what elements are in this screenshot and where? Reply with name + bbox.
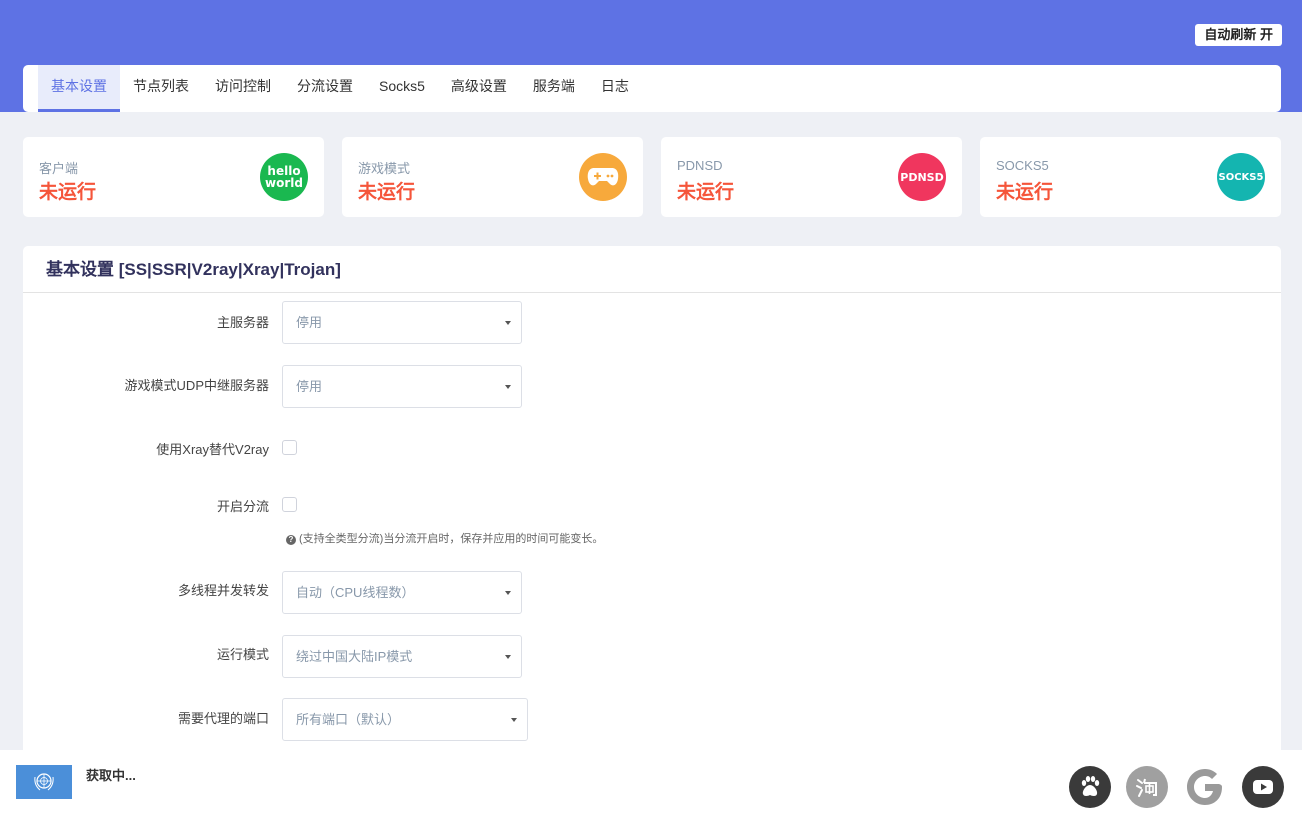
- caret-down-icon: [505, 591, 511, 595]
- footer-bar: 获取中...: [0, 750, 1302, 813]
- pdnsd-icon: PDNSD: [898, 153, 946, 201]
- shunt-checkbox[interactable]: [282, 497, 297, 512]
- gamepad-icon: [579, 153, 627, 201]
- tab-basic-settings[interactable]: 基本设置: [38, 65, 120, 112]
- tab-node-list[interactable]: 节点列表: [120, 65, 202, 112]
- icon-text: world: [265, 176, 303, 190]
- run-mode-label: 运行模式: [216, 647, 269, 662]
- card-status: 未运行: [358, 182, 416, 203]
- status-card-game-mode: 游戏模式 未运行: [342, 137, 643, 217]
- tab-bar: 基本设置 节点列表 访问控制 分流设置 Socks5 高级设置 服务端 日志: [23, 65, 1281, 112]
- caret-down-icon: [505, 655, 511, 659]
- udp-relay-label: 游戏模式UDP中继服务器: [124, 378, 269, 393]
- main-server-label: 主服务器: [216, 315, 269, 330]
- card-status: 未运行: [677, 182, 735, 203]
- run-mode-select[interactable]: 绕过中国大陆IP模式: [282, 635, 522, 678]
- caret-down-icon: [505, 321, 511, 325]
- tab-advanced-settings[interactable]: 高级设置: [438, 65, 520, 112]
- caret-down-icon: [511, 718, 517, 722]
- select-value: 停用: [296, 315, 323, 330]
- card-status: 未运行: [39, 182, 97, 203]
- google-icon[interactable]: [1184, 766, 1226, 808]
- un-flag-icon: [16, 765, 72, 799]
- hint-text: (支持全类型分流)当分流开启时，保存并应用的时间可能变长。: [299, 533, 604, 545]
- select-value: 绕过中国大陆IP模式: [296, 649, 413, 664]
- card-label: 客户端: [39, 161, 79, 176]
- card-label: 游戏模式: [358, 161, 411, 176]
- youtube-icon[interactable]: [1242, 766, 1284, 808]
- xray-replace-label: 使用Xray替代V2ray: [156, 442, 269, 457]
- auto-refresh-button[interactable]: 自动刷新 开: [1195, 24, 1282, 46]
- proxy-ports-select[interactable]: 所有端口（默认）: [282, 698, 528, 741]
- shunt-hint: ? (支持全类型分流)当分流开启时，保存并应用的时间可能变长。: [286, 530, 603, 546]
- card-status: 未运行: [996, 182, 1054, 203]
- basic-settings-panel: 基本设置 [SS|SSR|V2ray|Xray|Trojan] 主服务器 停用 …: [23, 246, 1281, 766]
- card-label: SOCKS5: [996, 158, 1049, 173]
- hello-world-icon: hello world: [260, 153, 308, 201]
- location-status: 获取中...: [86, 768, 136, 783]
- proxy-ports-label: 需要代理的端口: [177, 711, 269, 726]
- caret-down-icon: [505, 385, 511, 389]
- status-card-socks5: SOCKS5 未运行 SOCKS5: [980, 137, 1281, 217]
- shunt-label: 开启分流: [216, 499, 269, 514]
- select-value: 自动（CPU线程数）: [296, 585, 415, 600]
- tab-socks5[interactable]: Socks5: [366, 65, 438, 112]
- status-card-client: 客户端 未运行 hello world: [23, 137, 324, 217]
- taobao-icon[interactable]: [1126, 766, 1168, 808]
- socks5-icon: SOCKS5: [1217, 153, 1265, 201]
- status-card-pdnsd: PDNSD 未运行 PDNSD: [661, 137, 962, 217]
- tab-access-control[interactable]: 访问控制: [202, 65, 284, 112]
- tab-log[interactable]: 日志: [588, 65, 642, 112]
- panel-title: 基本设置 [SS|SSR|V2ray|Xray|Trojan]: [23, 246, 1281, 293]
- help-icon: ?: [286, 535, 296, 545]
- card-label: PDNSD: [677, 158, 723, 173]
- select-value: 所有端口（默认）: [296, 712, 401, 727]
- threads-label: 多线程并发转发: [177, 583, 269, 598]
- threads-select[interactable]: 自动（CPU线程数）: [282, 571, 522, 614]
- select-value: 停用: [296, 379, 323, 394]
- udp-relay-select[interactable]: 停用: [282, 365, 522, 408]
- xray-replace-checkbox[interactable]: [282, 440, 297, 455]
- tab-shunt-settings[interactable]: 分流设置: [284, 65, 366, 112]
- tab-server[interactable]: 服务端: [520, 65, 588, 112]
- main-server-select[interactable]: 停用: [282, 301, 522, 344]
- baidu-icon[interactable]: [1069, 766, 1111, 808]
- status-cards: 客户端 未运行 hello world 游戏模式 未运行 PDNSD 未运行 P…: [23, 137, 1281, 217]
